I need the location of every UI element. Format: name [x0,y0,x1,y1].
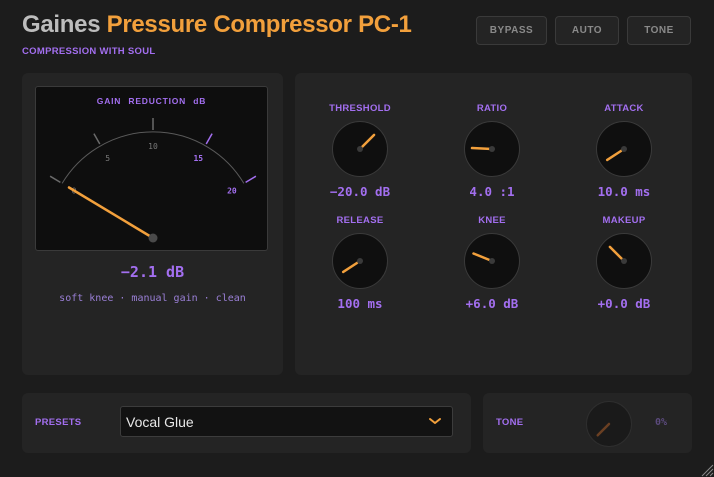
presets-panel: PRESETS Vocal Glue [22,393,471,453]
brand-maker: Gaines [22,11,101,38]
meter-needle-hub [148,233,158,243]
knob-attack-value: 10.0 ms [597,184,651,199]
gain-reduction-meter: 05101520 GAIN REDUCTION dB [35,86,268,251]
knob-ratio-dial[interactable] [463,120,521,178]
knob-ratio-label: RATIO [476,103,508,114]
meter-scale-label: 20 [227,187,237,196]
tone-button[interactable]: TONE [627,16,691,45]
meter-panel: 05101520 GAIN REDUCTION dB −2.1 dB soft … [22,73,283,375]
knob-pointer [470,146,494,151]
bypass-button[interactable]: BYPASS [476,16,547,45]
knob-release: RELEASE 100 ms [305,215,415,311]
meter-tick [205,133,213,145]
controls-panel: THRESHOLD −20.0 dB RATIO 4.0 :1 ATTACK 10.0 m… [295,73,692,375]
brand-model: Pressure Compressor PC-1 [106,11,412,38]
preset-selected-value: Vocal Glue [126,413,194,430]
knob-knee-dial[interactable] [463,232,521,290]
knob-knee-label: KNEE [478,215,506,226]
knob-release-label: RELEASE [336,215,384,226]
knob-makeup-dial[interactable] [595,232,653,290]
auto-button[interactable]: AUTO [555,16,619,45]
meter-tick [49,175,61,184]
knob-attack-label: ATTACK [604,103,644,114]
knob-threshold-value: −20.0 dB [329,184,391,199]
knob-makeup-label: MAKEUP [602,215,646,226]
knob-knee: KNEE +6.0 dB [437,215,547,311]
knob-threshold-label: THRESHOLD [329,103,391,114]
meter-scale-label: 10 [148,142,158,151]
knob-ratio-value: 4.0 :1 [469,184,515,199]
knob-knee-value: +6.0 dB [465,296,519,311]
plugin-title: Gaines Pressure Compressor PC-1 [22,11,412,39]
knob-makeup: MAKEUP +0.0 dB [569,215,679,311]
knob-release-value: 100 ms [337,296,383,311]
tone-label: TONE [496,417,524,428]
meter-readout: −2.1 dB [120,263,185,281]
chevron-down-icon [429,418,441,424]
knob-release-dial[interactable] [331,232,389,290]
meter-tick [93,133,101,145]
knob-attack: ATTACK 10.0 ms [569,103,679,199]
preset-dropdown[interactable]: Vocal Glue [120,406,453,437]
tone-panel: TONE 0% [483,393,692,453]
knob-attack-dial[interactable] [595,120,653,178]
meter-arc [61,131,245,184]
tone-knob[interactable] [585,400,633,448]
meter-dial: 05101520 [49,118,257,243]
meter-subtitle: soft knee · manual gain · clean [59,293,246,304]
knob-ratio: RATIO 4.0 :1 [437,103,547,199]
meter-scale-label: 5 [105,154,110,163]
knob-threshold: THRESHOLD −20.0 dB [305,103,415,199]
meter-tick [245,175,257,184]
knob-makeup-value: +0.0 dB [597,296,651,311]
meter-scale-label: 15 [193,154,203,163]
meter-needle [67,186,155,240]
knob-threshold-dial[interactable] [331,120,389,178]
meter-title: GAIN REDUCTION dB [96,96,207,106]
tone-value: 0% [655,417,668,428]
tagline: COMPRESSION WITH SOUL [22,46,156,57]
resize-grip-icon[interactable] [700,463,714,477]
presets-label: PRESETS [35,417,82,428]
